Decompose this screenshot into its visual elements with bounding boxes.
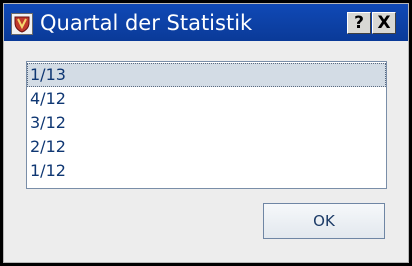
window-title: Quartal der Statistik [40, 11, 253, 35]
close-button[interactable]: X [372, 12, 396, 34]
list-item[interactable]: 1/12 [27, 159, 386, 183]
shield-icon [11, 13, 33, 35]
ok-button[interactable]: OK [263, 203, 385, 239]
dialog-body: 1/13 4/12 3/12 2/12 1/12 OK [4, 41, 408, 262]
list-item[interactable]: 4/12 [27, 87, 386, 111]
list-item[interactable]: 1/13 [27, 63, 386, 87]
list-item[interactable]: 2/12 [27, 135, 386, 159]
dialog-frame: Quartal der Statistik ? X 1/13 4/12 3/12… [3, 3, 409, 263]
dialog-window: Quartal der Statistik ? X 1/13 4/12 3/12… [0, 0, 412, 266]
quarter-listbox[interactable]: 1/13 4/12 3/12 2/12 1/12 [26, 61, 387, 189]
list-item[interactable]: 3/12 [27, 111, 386, 135]
help-button[interactable]: ? [347, 12, 371, 34]
title-bar[interactable]: Quartal der Statistik ? X [4, 4, 408, 41]
